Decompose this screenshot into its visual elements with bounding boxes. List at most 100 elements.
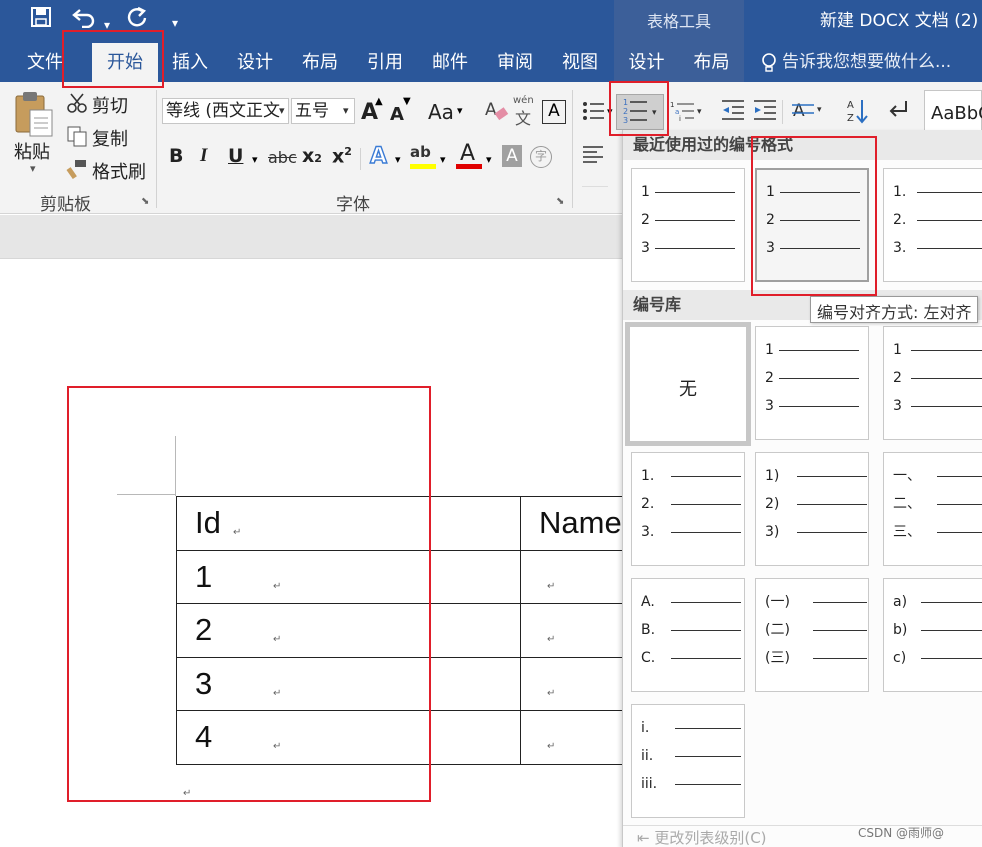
change-list-level-label: 更改列表级别(C) [654, 829, 767, 847]
paste-icon[interactable] [12, 90, 54, 144]
tab-design[interactable]: 设计 [225, 43, 285, 82]
number-label: 一、 [893, 468, 921, 484]
number-label: 2. [893, 212, 907, 228]
watermark: CSDN @雨师@ [858, 826, 945, 840]
copy-button[interactable]: 复制 [92, 125, 128, 151]
header-name: Name [539, 505, 622, 541]
paragraph-mark: ↵ [547, 741, 556, 752]
tab-insert[interactable]: 插入 [160, 43, 220, 82]
paste-button[interactable]: 粘贴 [14, 138, 50, 164]
shrink-font-button[interactable]: A [390, 104, 404, 125]
number-label: 3. [893, 240, 907, 256]
numbering-option[interactable]: 1 2 3 [631, 168, 745, 282]
change-case-dropdown-icon[interactable]: ▾ [457, 104, 463, 117]
decrease-indent-icon[interactable] [720, 99, 746, 125]
increase-indent-icon[interactable] [752, 99, 778, 125]
highlight-home-tab [62, 30, 164, 88]
numbering-option[interactable]: 一、 二、 三、 [883, 452, 982, 566]
highlight-dropdown-icon[interactable]: ▾ [440, 153, 446, 166]
show-hide-marks-icon[interactable] [886, 99, 910, 125]
number-label: 2) [765, 496, 780, 512]
highlight-numbering-button [609, 81, 669, 136]
number-label: iii. [641, 776, 658, 792]
highlight-id-column [67, 386, 431, 802]
character-shading-button[interactable]: A [502, 145, 522, 167]
font-color-dropdown-icon[interactable]: ▾ [486, 153, 492, 166]
subscript-button[interactable]: x2 [302, 145, 322, 167]
divider [582, 186, 608, 187]
font-size-value: 五号 [295, 101, 329, 121]
character-border-button[interactable]: A [542, 100, 566, 124]
align-left-icon[interactable] [582, 144, 604, 170]
bold-button[interactable]: B [169, 145, 183, 167]
number-label: 2. [641, 496, 655, 512]
numbering-option[interactable]: (一) (二) (三) [755, 578, 869, 692]
font-size-dropdown-icon[interactable]: ▾ [343, 104, 349, 117]
customize-qat-icon[interactable]: ▾ [172, 10, 178, 36]
tab-review[interactable]: 审阅 [485, 43, 545, 82]
number-label: 1. [893, 184, 907, 200]
number-label: 1. [641, 468, 655, 484]
paragraph-mark: ↵ [547, 634, 556, 645]
numbering-option[interactable]: 1 2 3 [883, 326, 982, 440]
numbering-option[interactable]: A. B. C. [631, 578, 745, 692]
tab-table-layout[interactable]: 布局 [679, 43, 744, 82]
number-label: (一) [765, 594, 790, 610]
tab-table-design[interactable]: 设计 [614, 43, 679, 82]
text-effects-button[interactable]: A [369, 143, 387, 169]
clear-formatting-icon[interactable]: A [484, 98, 510, 128]
font-color-button[interactable]: A [460, 141, 475, 166]
superscript-x: x [332, 145, 345, 168]
tab-view[interactable]: 视图 [550, 43, 610, 82]
underline-dropdown-icon[interactable]: ▾ [252, 153, 258, 166]
paragraph-separator [782, 100, 783, 124]
tab-references[interactable]: 引用 [355, 43, 415, 82]
numbering-option-none[interactable]: 无 [625, 322, 751, 446]
underline-button[interactable]: U [228, 145, 243, 167]
font-group-label: 字体 [336, 195, 370, 215]
multilevel-list-icon[interactable]: 1 a i ▾ [670, 99, 706, 127]
bullets-icon[interactable] [582, 100, 606, 126]
list-level-icon: ⇤ [637, 829, 650, 847]
none-label: 无 [679, 379, 697, 400]
numbering-option[interactable]: i. ii. iii. [631, 704, 745, 818]
numbering-option[interactable]: 1) 2) 3) [755, 452, 869, 566]
svg-text:A: A [485, 100, 497, 120]
paste-dropdown-icon[interactable]: ▾ [30, 162, 36, 175]
save-icon[interactable] [30, 6, 52, 34]
number-label: (二) [765, 622, 790, 638]
numbering-option[interactable]: a) b) c) [883, 578, 982, 692]
superscript-button[interactable]: x2 [332, 145, 352, 167]
pinyin-guide-button[interactable]: 文 [515, 105, 531, 129]
group-separator [156, 90, 157, 208]
svg-text:▾: ▾ [697, 107, 702, 117]
subscript-x: x [302, 145, 315, 167]
sort-icon[interactable]: AZ [846, 97, 870, 129]
text-effects-dropdown-icon[interactable]: ▾ [395, 153, 401, 166]
numbering-option[interactable]: 1. 2. 3. [883, 168, 982, 282]
font-name-combo[interactable]: 等线 (西文正文 [162, 98, 289, 124]
numbering-option[interactable]: 1 2 3 [755, 326, 869, 440]
tab-layout[interactable]: 布局 [290, 43, 350, 82]
clipboard-group-label: 剪贴板 [40, 195, 91, 215]
format-painter-button[interactable]: 格式刷 [92, 158, 146, 184]
highlight-button[interactable]: ab [410, 143, 431, 161]
italic-button[interactable]: I [200, 145, 207, 167]
svg-text:A: A [847, 100, 854, 111]
document-title: 新建 DOCX 文档 (2) [820, 11, 979, 31]
tell-me-input[interactable]: 告诉我您想要做什么... [782, 43, 951, 82]
shrink-arrow-icon: ▼ [403, 96, 411, 107]
font-name-dropdown-icon[interactable]: ▾ [279, 104, 285, 117]
strikethrough-button[interactable]: abc [268, 148, 297, 167]
change-case-button[interactable]: Aa [428, 100, 454, 124]
tab-mailings[interactable]: 邮件 [420, 43, 480, 82]
enclose-characters-button[interactable]: 字 [530, 146, 552, 168]
font-launcher-icon[interactable]: ⬊ [556, 196, 564, 207]
chinese-layout-icon[interactable]: A ▾ [790, 97, 826, 127]
cut-button[interactable]: 剪切 [92, 92, 128, 118]
numbering-option[interactable]: 1. 2. 3. [631, 452, 745, 566]
grow-arrow-icon: ▲ [375, 96, 383, 107]
highlight-color-bar [410, 164, 436, 169]
table-tools-label: 表格工具 [614, 0, 744, 43]
clipboard-launcher-icon[interactable]: ⬊ [141, 196, 149, 207]
